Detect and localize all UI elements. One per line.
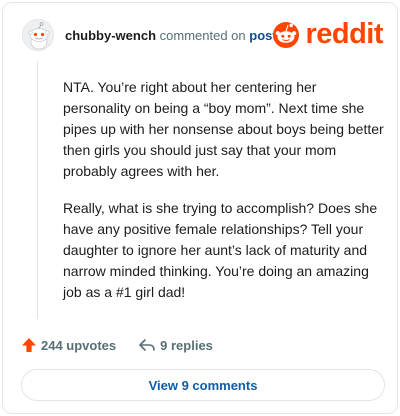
view-comments-button[interactable]: View 9 comments: [21, 369, 385, 401]
replies-count: 9 replies: [160, 337, 213, 353]
reddit-wordmark: reddit: [305, 18, 383, 50]
commented-on-label: commented on: [159, 28, 246, 43]
avatar[interactable]: [22, 19, 54, 51]
replies-button[interactable]: 9 replies: [138, 337, 213, 353]
comment-actions: 244 upvotes 9 replies: [21, 335, 213, 355]
snoo-avatar-icon: [23, 20, 53, 50]
comment-card: chubby-wench commented on post reddit NT…: [2, 2, 398, 414]
reddit-snoo-icon: [273, 22, 300, 48]
upvote-arrow-icon: [22, 338, 36, 352]
reddit-logo[interactable]: reddit: [272, 18, 383, 50]
comment-body: NTA. You’re right about her centering he…: [63, 77, 385, 319]
comment-paragraph: Really, what is she trying to accomplish…: [63, 200, 378, 300]
upvote-button[interactable]: 244 upvotes: [21, 337, 116, 353]
author-line: chubby-wench commented on post: [65, 28, 277, 43]
thread-line: [37, 61, 38, 319]
comment-paragraph: NTA. You’re right about her centering he…: [63, 79, 384, 179]
comment-header: chubby-wench commented on post reddit: [22, 19, 383, 53]
reply-arrow-icon: [139, 339, 155, 351]
upvote-count: 244 upvotes: [41, 337, 117, 353]
author-username[interactable]: chubby-wench: [65, 28, 156, 43]
